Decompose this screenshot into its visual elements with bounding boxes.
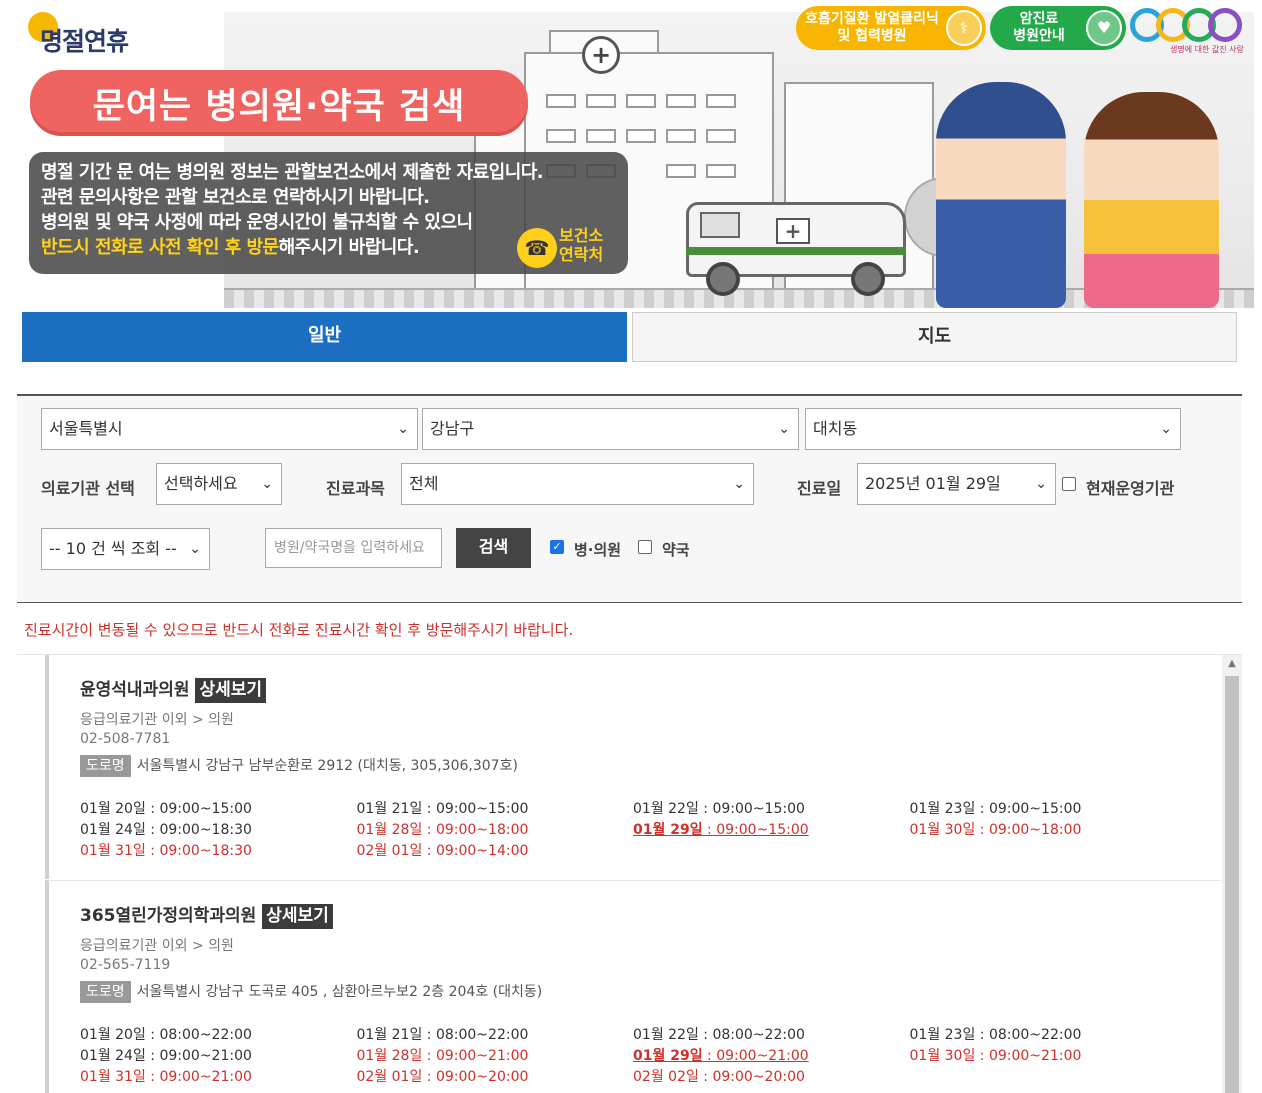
hospital-checkbox[interactable]: ✓ — [550, 540, 564, 554]
girl-character-illustration — [1084, 92, 1219, 308]
result-category: 응급의료기관 이외 > 의원 — [80, 938, 234, 954]
schedule-slot: 01월 28일 : 09:00~18:00 — [356, 822, 529, 838]
page-size-select[interactable]: -- 10 건 씩 조회 -- ⌄ — [41, 528, 210, 570]
page-title: 문여는 병의원·약국 검색 — [30, 70, 528, 132]
result-address: 도로명 서울특별시 강남구 도곡로 405 , 삼환아르누보2 2층 204호 (… — [80, 981, 542, 1003]
road-address-badge: 도로명 — [80, 755, 131, 777]
open-now-checkbox[interactable] — [1062, 477, 1076, 491]
phone-icon: ☎ — [517, 228, 557, 268]
schedule-slot: 01월 29일 : 09:00~15:00 — [633, 822, 809, 838]
result-name: 윤영석내과의원 상세보기 — [80, 675, 267, 703]
date-select[interactable]: 2025년 01월 29일 ⌄ — [857, 463, 1056, 505]
open-now-label: 현재운영기관 — [1086, 479, 1175, 498]
notice-tail: 해주시기 바랍니다. — [278, 237, 420, 258]
search-button[interactable]: 검색 — [456, 528, 531, 568]
schedule-slot: 01월 24일 : 09:00~18:30 — [80, 822, 252, 838]
search-panel: 서울특별시 ⌄ 강남구 ⌄ 대치동 ⌄ 의료기관 선택 선택하세요 ⌄ 진료과목 전체 ⌄… — [17, 394, 1242, 603]
tab-map[interactable]: 지도 — [632, 312, 1237, 362]
schedule-slot: 01월 31일 : 09:00~21:00 — [80, 1069, 252, 1085]
result-category: 응급의료기관 이외 > 의원 — [80, 712, 234, 728]
schedule-warning: 진료시간이 변동될 수 있으므로 반드시 전화로 진료시간 확인 후 방문해주시… — [24, 621, 574, 639]
result-item: 윤영석내과의원 상세보기 응급의료기관 이외 > 의원 02-508-7781 도… — [45, 655, 1221, 879]
health-center-contact-button[interactable]: ☎ 보건소 연락처 — [517, 224, 627, 270]
chevron-down-icon: ⌄ — [733, 476, 745, 492]
road-address-badge: 도로명 — [80, 981, 131, 1003]
holiday-logo: 명절연휴 — [28, 10, 178, 60]
schedule-slot: 02월 01일 : 09:00~20:00 — [356, 1069, 529, 1085]
schedule-slot: 01월 20일 : 08:00~22:00 — [80, 1027, 252, 1043]
tab-general[interactable]: 일반 — [22, 312, 627, 362]
schedule-slot: 01월 30일 : 09:00~21:00 — [909, 1048, 1082, 1064]
ambulance-illustration: + — [666, 192, 906, 296]
chevron-down-icon: ⌄ — [1160, 421, 1172, 437]
pharmacy-checkbox-label: 약국 — [662, 541, 690, 559]
chevron-down-icon: ⌄ — [778, 421, 790, 437]
detail-button[interactable]: 상세보기 — [195, 678, 267, 703]
subject-select[interactable]: 전체 ⌄ — [401, 463, 754, 505]
hospital-cross-icon: + — [582, 36, 620, 74]
schedule-slot: 01월 30일 : 09:00~18:00 — [909, 822, 1082, 838]
result-phone[interactable]: 02-508-7781 — [80, 731, 170, 747]
schedule-slot: 01월 21일 : 08:00~22:00 — [356, 1027, 529, 1043]
ribbon-icon: ♥ — [1086, 10, 1122, 46]
chevron-down-icon: ⌄ — [261, 476, 273, 492]
schedule-slot: 02월 01일 : 09:00~14:00 — [356, 843, 529, 859]
scroll-up-arrow-icon[interactable]: ▲ — [1222, 655, 1242, 673]
name-search-input[interactable]: 병원/약국명을 입력하세요 — [265, 528, 442, 568]
institution-select[interactable]: 선택하세요 ⌄ — [156, 463, 282, 505]
cancer-hospital-button[interactable]: 암진료 병원안내 ♥ — [990, 6, 1126, 50]
schedule-slot: 02월 02일 : 09:00~20:00 — [633, 1069, 805, 1085]
hero-banner: + + 명절연휴 문여는 병의원·약국 검색 명절 기간 문 여는 병의원 정보… — [0, 0, 1262, 308]
result-phone[interactable]: 02-565-7119 — [80, 957, 170, 973]
notice-highlight: 반드시 전화로 사전 확인 후 방문 — [41, 237, 279, 258]
dong-select[interactable]: 대치동 ⌄ — [805, 408, 1181, 450]
detail-button[interactable]: 상세보기 — [262, 904, 333, 929]
chevron-down-icon: ⌄ — [397, 421, 409, 437]
date-label: 진료일 — [797, 479, 842, 498]
institution-label: 의료기관 선택 — [41, 479, 135, 498]
sido-select[interactable]: 서울특별시 ⌄ — [41, 408, 418, 450]
banner-notice: 명절 기간 문 여는 병의원 정보는 관할보건소에서 제출한 자료입니다. 관련… — [29, 152, 628, 274]
schedule-slot: 01월 22일 : 09:00~15:00 — [633, 801, 805, 817]
boy-character-illustration — [936, 82, 1066, 308]
schedule-slot: 01월 23일 : 09:00~15:00 — [909, 801, 1082, 817]
schedule-slot: 01월 28일 : 09:00~21:00 — [356, 1048, 529, 1064]
schedule-slot: 01월 31일 : 09:00~18:30 — [80, 843, 252, 859]
sigungu-select[interactable]: 강남구 ⌄ — [422, 408, 799, 450]
egen-logo[interactable]: 생명에 대한 값진 사랑 — [1130, 2, 1244, 56]
stethoscope-icon: ⚕ — [946, 10, 982, 46]
scroll-thumb[interactable] — [1225, 676, 1239, 1093]
schedule-slot: 01월 24일 : 09:00~21:00 — [80, 1048, 252, 1064]
notice-line: 명절 기간 문 여는 병의원 정보는 관할보건소에서 제출한 자료입니다. — [41, 162, 544, 183]
schedule-slot: 01월 23일 : 08:00~22:00 — [909, 1027, 1082, 1043]
results-list: 윤영석내과의원 상세보기 응급의료기관 이외 > 의원 02-508-7781 도… — [17, 654, 1242, 1093]
hospital-checkbox-label: 병·의원 — [574, 541, 622, 559]
chevron-down-icon: ⌄ — [189, 541, 201, 557]
results-scrollbar[interactable]: ▲ — [1222, 655, 1242, 1093]
schedule-slot: 01월 21일 : 09:00~15:00 — [356, 801, 529, 817]
notice-line: 관련 문의사항은 관할 보건소로 연락하시기 바랍니다. — [41, 187, 430, 208]
result-address: 도로명 서울특별시 강남구 남부순환로 2912 (대치동, 305,306,30… — [80, 755, 518, 777]
schedule-slot: 01월 29일 : 09:00~21:00 — [633, 1048, 809, 1064]
result-name: 365열린가정의학과의원 상세보기 — [80, 901, 333, 929]
fever-clinic-button[interactable]: 호흡기질환 발열클리닉 및 협력병원 ⚕ — [796, 6, 986, 50]
pharmacy-checkbox[interactable] — [638, 540, 652, 554]
chevron-down-icon: ⌄ — [1035, 476, 1047, 492]
schedule-slot: 01월 20일 : 09:00~15:00 — [80, 801, 252, 817]
subject-label: 진료과목 — [326, 479, 385, 498]
schedule-slot: 01월 22일 : 08:00~22:00 — [633, 1027, 805, 1043]
result-item: 365열린가정의학과의원 상세보기 응급의료기관 이외 > 의원 02-565-7… — [45, 880, 1221, 1093]
